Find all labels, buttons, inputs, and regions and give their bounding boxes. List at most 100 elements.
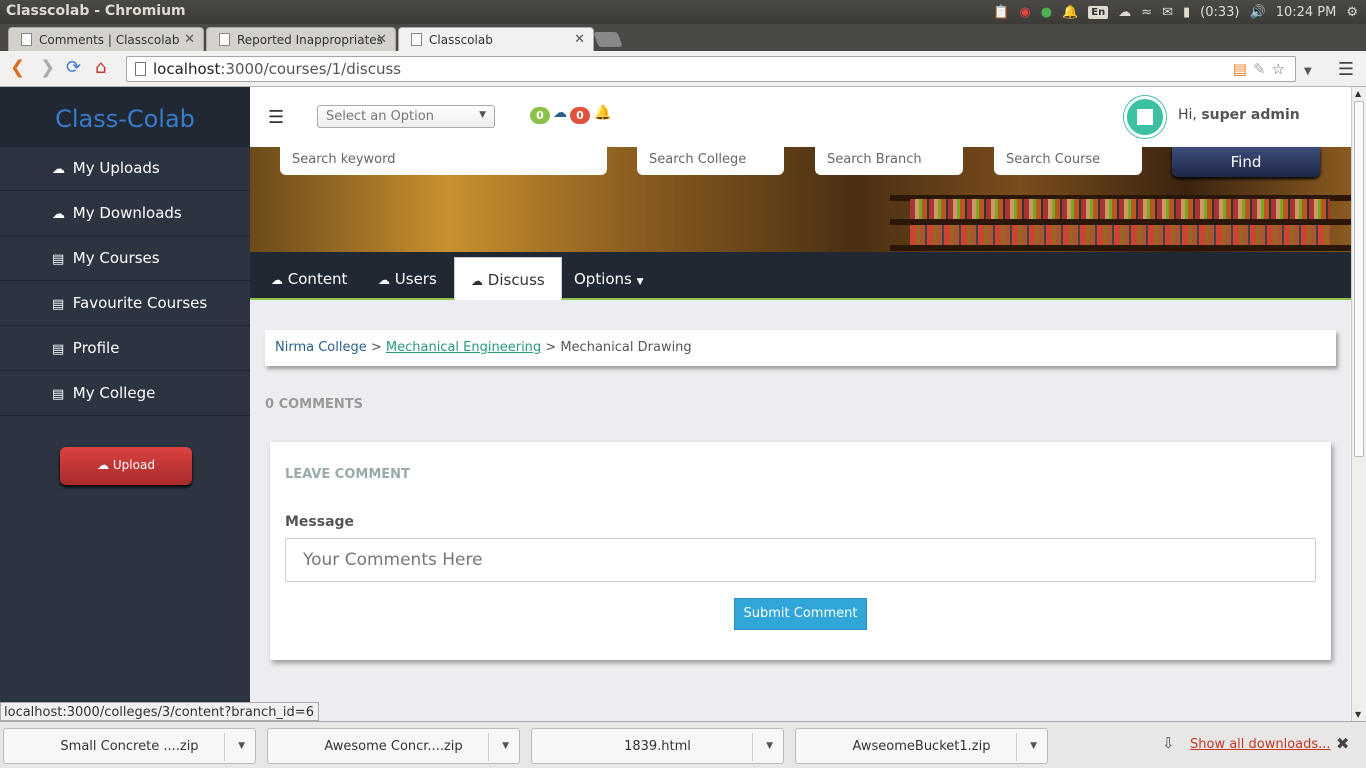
find-button[interactable]: Find bbox=[1172, 147, 1320, 177]
close-icon[interactable]: ✖ bbox=[1336, 734, 1349, 753]
pencil-icon[interactable]: ✎ bbox=[1253, 60, 1266, 78]
page-icon bbox=[135, 62, 146, 76]
book-icon: ▤ bbox=[52, 252, 65, 267]
close-tab-icon[interactable]: ✕ bbox=[376, 32, 387, 47]
breadcrumb-separator: > bbox=[366, 340, 386, 355]
uploads-count-badge[interactable]: 0 bbox=[530, 107, 550, 124]
home-icon[interactable]: ⌂ bbox=[95, 59, 106, 77]
show-all-downloads-link[interactable]: Show all downloads... bbox=[1190, 737, 1331, 752]
submit-comment-button[interactable]: Submit Comment bbox=[734, 598, 867, 630]
brand-logo[interactable]: Class-Colab bbox=[0, 87, 250, 147]
mail-icon[interactable]: ✉ bbox=[1162, 5, 1173, 20]
chevron-down-icon[interactable]: ▼ bbox=[502, 741, 509, 751]
page-icon bbox=[219, 33, 230, 46]
scrollbar-thumb[interactable] bbox=[1354, 101, 1364, 457]
downloads-count-badge[interactable]: 0 bbox=[570, 107, 590, 124]
user-greeting[interactable]: Hi, super admin bbox=[1178, 107, 1300, 123]
browser-tab-comments[interactable]: Comments | Classcolab ✕ bbox=[8, 27, 204, 51]
back-arrow-icon[interactable]: ❮ bbox=[10, 59, 25, 77]
sidebar-item-favourite-courses[interactable]: ▤ Favourite Courses bbox=[0, 282, 250, 326]
user-name: super admin bbox=[1201, 107, 1300, 123]
search-course-input[interactable]: Search Course bbox=[994, 147, 1142, 175]
chevron-down-icon[interactable]: ▼ bbox=[1030, 741, 1037, 751]
wifi-icon[interactable]: ≈ bbox=[1141, 5, 1152, 20]
keyboard-layout-indicator[interactable]: En bbox=[1088, 5, 1109, 19]
sidebar-item-profile[interactable]: ▤ Profile bbox=[0, 327, 250, 371]
new-tab-button[interactable] bbox=[593, 32, 623, 47]
dropdown-arrow-icon[interactable]: ▼ bbox=[1304, 63, 1312, 81]
browser-menu-icon[interactable]: ☰ bbox=[1338, 59, 1354, 80]
tab-discuss[interactable]: ☁ Discuss bbox=[454, 257, 562, 300]
tab-label: Content bbox=[287, 270, 348, 288]
download-item[interactable]: AwseomeBucket1.zip ▼ bbox=[795, 728, 1048, 764]
scroll-down-icon[interactable]: ▼ bbox=[1355, 710, 1361, 719]
sidebar-item-my-courses[interactable]: ▤ My Courses bbox=[0, 237, 250, 281]
sidebar: Class-Colab ☁ My Uploads ☁ My Downloads … bbox=[0, 87, 250, 721]
cloud-download-icon: ☁ bbox=[52, 207, 65, 222]
browser-toolbar: ❮ ❯ ⟳ ⌂ localhost:3000/courses/1/discuss… bbox=[0, 51, 1366, 87]
message-textarea[interactable]: Your Comments Here bbox=[285, 538, 1316, 582]
rss-icon[interactable]: ▤ bbox=[1233, 60, 1247, 78]
download-item[interactable]: 1839.html ▼ bbox=[531, 728, 784, 764]
upload-button[interactable]: ☁ Upload bbox=[60, 447, 192, 485]
tab-label: Discuss bbox=[487, 271, 545, 289]
sidebar-item-label: My Uploads bbox=[72, 159, 160, 177]
url-host: localhost bbox=[153, 60, 221, 78]
chevron-down-icon[interactable]: ▼ bbox=[238, 741, 245, 751]
volume-icon[interactable]: 🔊 bbox=[1250, 5, 1266, 20]
hamburger-menu-icon[interactable]: ☰ bbox=[268, 107, 284, 128]
breadcrumb-course: Mechanical Drawing bbox=[560, 340, 692, 355]
power-gear-icon[interactable]: ⚙ bbox=[1346, 5, 1358, 20]
search-keyword-input[interactable]: Search keyword bbox=[280, 147, 607, 175]
cloud-download-icon[interactable]: ☁ bbox=[553, 105, 567, 121]
notification-bell-icon[interactable]: 🔔 bbox=[1062, 5, 1078, 20]
book-icon: ▤ bbox=[52, 387, 65, 402]
download-filename: AwseomeBucket1.zip bbox=[852, 739, 991, 754]
clipboard-icon[interactable]: 📋 bbox=[993, 5, 1009, 20]
battery-icon[interactable]: ▮ bbox=[1183, 5, 1190, 20]
address-bar[interactable]: localhost:3000/courses/1/discuss ▤ ✎ ☆ bbox=[126, 56, 1296, 82]
caret-down-icon: ▼ bbox=[636, 277, 644, 287]
main-content: ☰ Select an Option ▼ 0 ☁ 0 🔔 Hi, super a… bbox=[250, 87, 1351, 721]
divider bbox=[488, 733, 489, 761]
sidebar-item-my-uploads[interactable]: ☁ My Uploads bbox=[0, 147, 250, 191]
reload-icon[interactable]: ⟳ bbox=[66, 59, 81, 77]
close-tab-icon[interactable]: ✕ bbox=[574, 32, 585, 47]
sidebar-item-my-downloads[interactable]: ☁ My Downloads bbox=[0, 192, 250, 236]
search-college-input[interactable]: Search College bbox=[637, 147, 784, 175]
page-icon bbox=[411, 33, 422, 46]
sidebar-item-label: Profile bbox=[72, 339, 120, 357]
browser-tab-classcolab[interactable]: Classcolab ✕ bbox=[398, 27, 594, 51]
scroll-up-icon[interactable]: ▲ bbox=[1355, 89, 1361, 98]
notification-bell-icon[interactable]: 🔔 bbox=[594, 105, 611, 121]
search-branch-input[interactable]: Search Branch bbox=[815, 147, 963, 175]
tab-users[interactable]: ☁ Users bbox=[362, 257, 453, 300]
cloud-icon[interactable]: ☁ bbox=[1118, 5, 1131, 20]
shelf-decoration bbox=[890, 245, 1351, 251]
chevron-down-icon[interactable]: ▼ bbox=[766, 741, 773, 751]
cloud-icon: ☁ bbox=[471, 274, 483, 288]
tab-label: Options bbox=[574, 270, 632, 288]
tab-content[interactable]: ☁ Content bbox=[255, 257, 363, 300]
select-placeholder: Select an Option bbox=[326, 109, 434, 124]
bookmark-star-icon[interactable]: ☆ bbox=[1272, 60, 1285, 78]
option-select[interactable]: Select an Option ▼ bbox=[317, 105, 495, 128]
download-item[interactable]: Small Concrete ....zip ▼ bbox=[3, 728, 256, 764]
chromium-icon[interactable]: ◉ bbox=[1019, 5, 1030, 20]
tab-options[interactable]: Options ▼ bbox=[558, 257, 660, 300]
sidebar-item-my-college[interactable]: ▤ My College bbox=[0, 372, 250, 416]
forward-arrow-icon[interactable]: ❯ bbox=[40, 59, 55, 77]
clock[interactable]: 10:24 PM bbox=[1276, 5, 1337, 20]
breadcrumb-college[interactable]: Nirma College bbox=[275, 340, 367, 355]
tab-label: Comments | Classcolab bbox=[39, 33, 180, 47]
close-tab-icon[interactable]: ✕ bbox=[184, 32, 195, 47]
sidebar-item-label: My College bbox=[72, 384, 156, 402]
avatar[interactable] bbox=[1124, 96, 1166, 138]
leaf-icon[interactable]: ● bbox=[1041, 5, 1052, 20]
divider bbox=[1016, 733, 1017, 761]
breadcrumb-branch-link[interactable]: Mechanical Engineering bbox=[386, 340, 541, 355]
books-decoration bbox=[910, 199, 1330, 219]
download-item[interactable]: Awesome Concr....zip ▼ bbox=[267, 728, 520, 764]
browser-tab-reported[interactable]: Reported Inappropriates ✕ bbox=[206, 27, 396, 51]
page-scrollbar[interactable]: ▲ ▼ bbox=[1351, 87, 1366, 721]
